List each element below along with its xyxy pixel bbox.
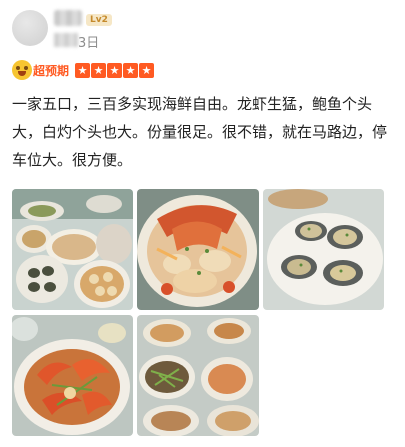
rating-row: 超预期 ★ ★ ★ ★ ★ <box>12 60 155 80</box>
username-blurred[interactable] <box>54 10 82 26</box>
delighted-face-icon <box>12 60 32 80</box>
seafood-table-image <box>12 189 133 310</box>
rating-label: 超预期 <box>33 63 70 78</box>
lobster-image <box>137 189 259 310</box>
photo-5[interactable] <box>137 315 259 436</box>
abalone-image <box>263 189 384 310</box>
scallion-dishes-image <box>137 315 259 436</box>
star-icon: ★ <box>107 62 123 78</box>
date-blurred <box>54 33 78 47</box>
photo-1[interactable] <box>12 189 133 310</box>
avatar[interactable] <box>12 10 48 46</box>
photo-4[interactable] <box>12 315 133 436</box>
star-icon: ★ <box>91 62 107 78</box>
review-date: 3日 <box>78 36 100 51</box>
level-badge: Lv2 <box>86 14 112 26</box>
star-rating: ★ ★ ★ ★ ★ <box>75 62 155 78</box>
photo-2[interactable] <box>137 189 259 310</box>
star-icon: ★ <box>139 62 155 78</box>
shrimp-image <box>12 315 133 436</box>
star-icon: ★ <box>75 62 91 78</box>
star-icon: ★ <box>123 62 139 78</box>
review-text: 一家五口，三百多实现海鲜自由。龙虾生猛，鲍鱼个头大，白灼个头也大。份量很足。很不… <box>12 95 388 169</box>
photo-3[interactable] <box>263 189 384 310</box>
